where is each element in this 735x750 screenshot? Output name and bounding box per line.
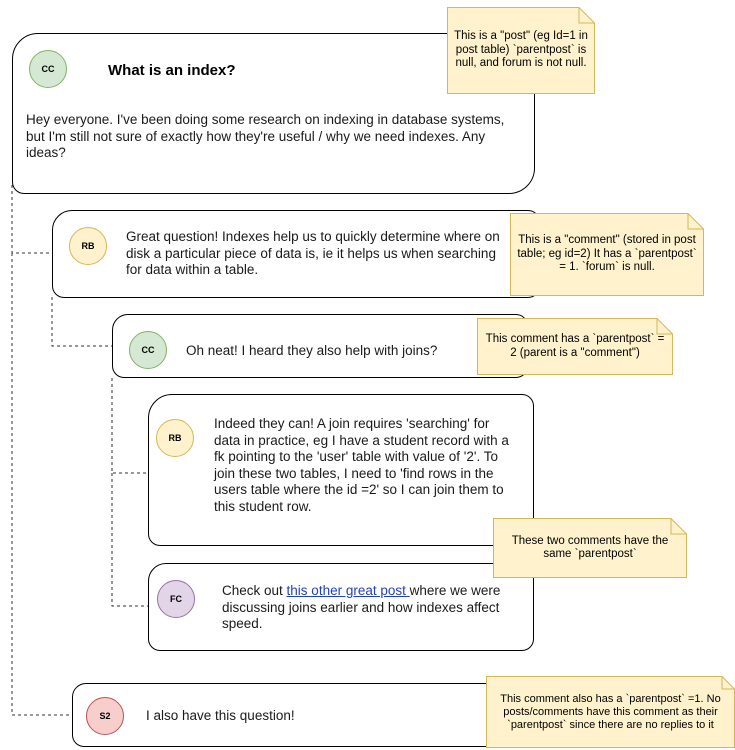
annotation-note: These two comments have the same `parent…: [493, 518, 687, 578]
connector-rb-to-cc: [51, 297, 112, 347]
post-title: What is an index?: [108, 62, 236, 79]
post-body: Hey everyone. I've been doing some resea…: [26, 112, 505, 160]
avatar-cc[interactable]: CC: [29, 50, 67, 88]
comment-body: Great question! Indexes help us to quick…: [126, 229, 500, 277]
note-text: This comment also has a `parentpost` =1.…: [500, 692, 721, 731]
comment-text: Check out: [222, 583, 287, 598]
comment-body: Check out this other great post where we…: [222, 583, 524, 633]
connector-post-to-s2: [11, 253, 72, 716]
avatar-rb[interactable]: RB: [69, 227, 107, 265]
connector-post-to-rb: [11, 185, 52, 254]
annotation-note: This comment also has a `parentpost` =1.…: [486, 676, 735, 748]
comment-body: I also have this question!: [146, 708, 295, 723]
note-text: This is a "comment" (stored in post tabl…: [517, 234, 697, 274]
avatar-rb[interactable]: RB: [156, 419, 194, 457]
note-text: This is a "post" (eg Id=1 in post table)…: [454, 30, 588, 70]
connector-cc-to-rb: [111, 378, 148, 474]
avatar-cc[interactable]: CC: [129, 331, 167, 369]
avatar-fc[interactable]: FC: [157, 580, 195, 618]
annotation-note: This is a "post" (eg Id=1 in post table)…: [447, 7, 595, 94]
post-link[interactable]: this other great post: [287, 583, 410, 598]
note-text: These two comments have the same `parent…: [511, 534, 669, 561]
comment-body: Oh neat! I heard they also help with joi…: [186, 343, 438, 358]
avatar-s2[interactable]: S2: [86, 697, 124, 735]
annotation-note: This comment has a `parentpost` = 2 (par…: [477, 318, 673, 375]
annotation-note: This is a "comment" (stored in post tabl…: [510, 213, 704, 296]
connector-cc-to-fc: [111, 473, 148, 607]
note-text: This comment has a `parentpost` = 2 (par…: [485, 333, 665, 359]
comment-body: Indeed they can! A join requires 'search…: [214, 416, 509, 514]
